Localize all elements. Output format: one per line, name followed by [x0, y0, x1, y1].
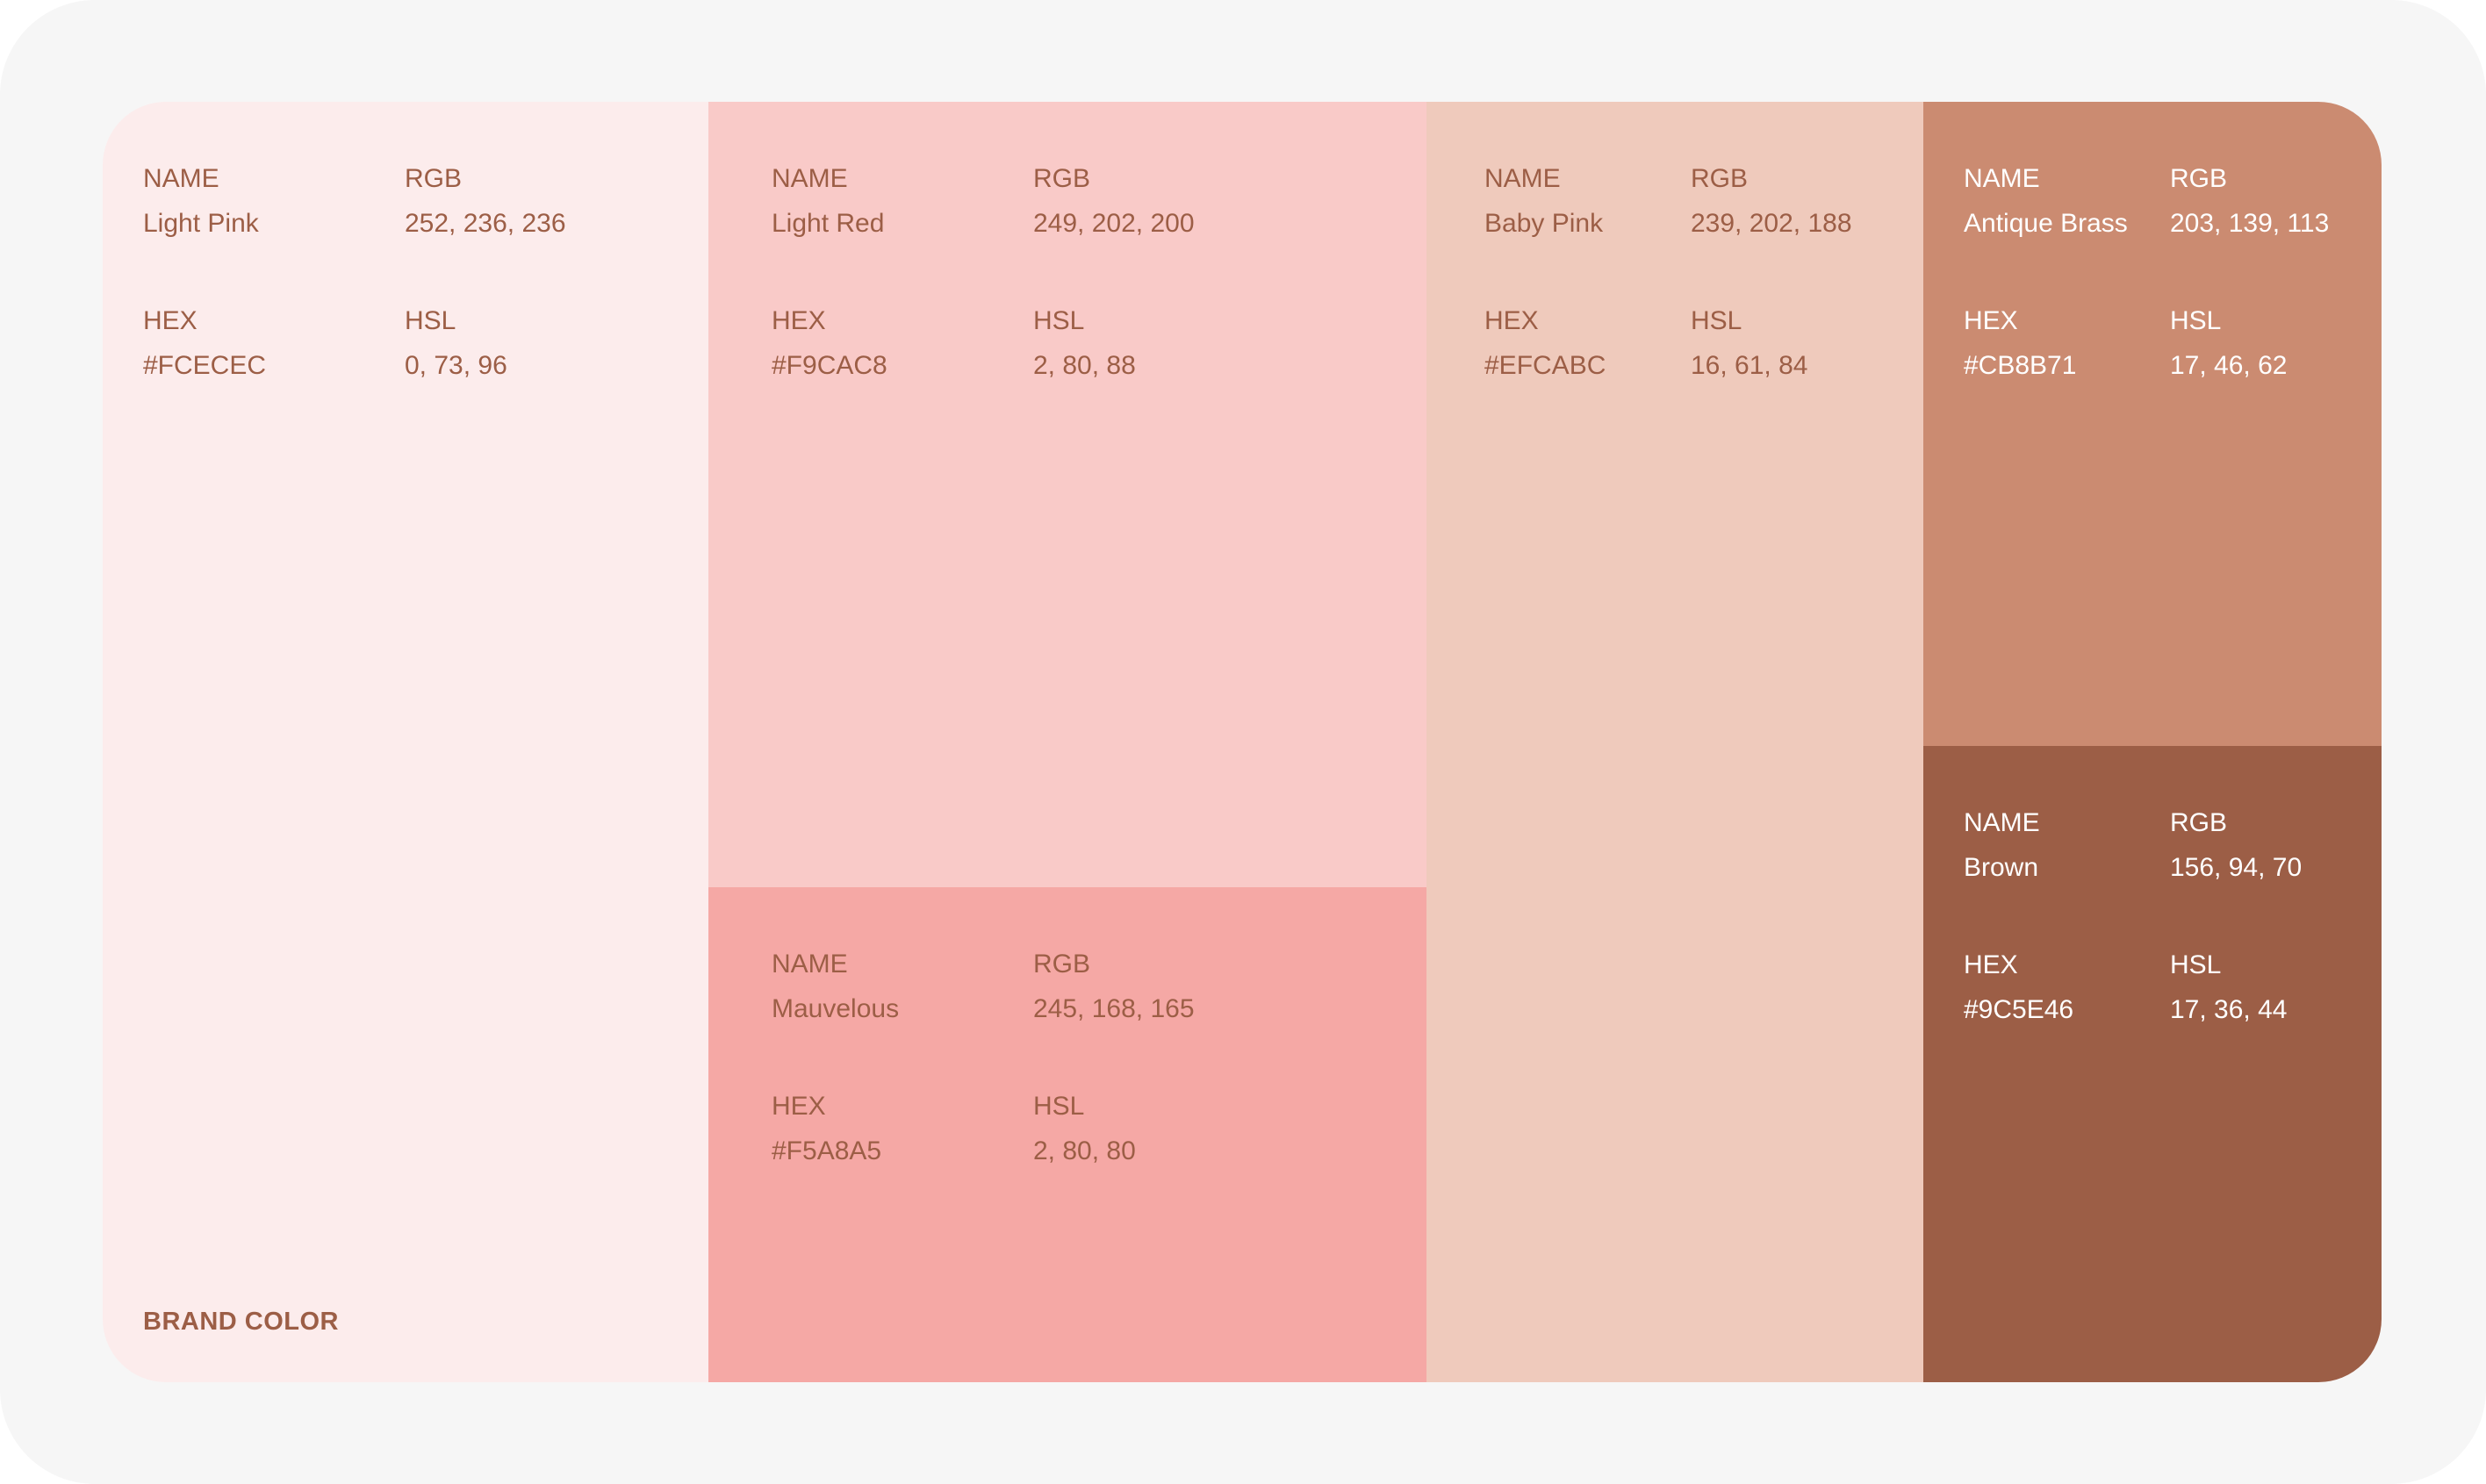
name-label: NAME: [1964, 808, 2040, 837]
hsl-field: HSL 2, 80, 88: [1033, 305, 1136, 382]
rgb-value: 156, 94, 70: [2170, 853, 2303, 882]
rgb-value: 249, 202, 200: [1033, 209, 1195, 238]
name-label: NAME: [1964, 164, 2040, 193]
hsl-label: HSL: [2170, 950, 2222, 979]
swatch-info: NAME Light Red RGB 249, 202, 200 HEX #F9…: [772, 163, 1211, 391]
rgb-field: RGB 156, 94, 70: [2170, 807, 2302, 884]
rgb-label: RGB: [405, 164, 463, 193]
hsl-value: 17, 36, 44: [2170, 995, 2288, 1024]
hex-label: HEX: [1964, 950, 2018, 979]
hsl-value: 17, 46, 62: [2170, 351, 2288, 380]
hex-field: HEX #CB8B71: [1964, 305, 2076, 382]
swatch-info: NAME Light Pink RGB 252, 236, 236 HEX #F…: [143, 163, 582, 391]
rgb-label: RGB: [1033, 950, 1091, 979]
rgb-field: RGB 203, 139, 113: [2170, 163, 2329, 240]
swatch-info: NAME Mauvelous RGB 245, 168, 165 HEX #F5…: [772, 949, 1211, 1177]
hsl-label: HSL: [405, 306, 456, 335]
swatch-light-pink[interactable]: NAME Light Pink RGB 252, 236, 236 HEX #F…: [103, 102, 708, 1382]
name-field: NAME Light Pink: [143, 163, 259, 240]
name-value: Antique Brass: [1964, 209, 2128, 238]
rgb-field: RGB 249, 202, 200: [1033, 163, 1195, 240]
hex-field: HEX #9C5E46: [1964, 950, 2073, 1026]
swatch-info: NAME Antique Brass RGB 203, 139, 113 HEX…: [1964, 163, 2382, 391]
palette-card: NAME Light Pink RGB 252, 236, 236 HEX #F…: [0, 0, 2486, 1484]
name-value: Mauvelous: [772, 994, 900, 1023]
name-field: NAME Light Red: [772, 163, 884, 240]
swatch-brown[interactable]: NAME Brown RGB 156, 94, 70 HEX #9C5E46 H…: [1923, 746, 2382, 1382]
hsl-value: 2, 80, 80: [1033, 1136, 1136, 1165]
rgb-field: RGB 239, 202, 188: [1691, 163, 1852, 240]
hex-value: #CB8B71: [1964, 351, 2077, 380]
hex-value: #F5A8A5: [772, 1136, 882, 1165]
name-label: NAME: [143, 164, 219, 193]
name-label: NAME: [1484, 164, 1561, 193]
rgb-value: 245, 168, 165: [1033, 994, 1195, 1023]
hex-value: #FCECEC: [143, 351, 267, 380]
rgb-label: RGB: [1033, 164, 1091, 193]
hsl-field: HSL 16, 61, 84: [1691, 305, 1807, 382]
rgb-value: 239, 202, 188: [1691, 209, 1852, 238]
hsl-field: HSL 0, 73, 96: [405, 305, 507, 382]
hex-field: HEX #F9CAC8: [772, 305, 887, 382]
hsl-label: HSL: [1033, 1092, 1085, 1121]
hsl-label: HSL: [1033, 306, 1085, 335]
name-field: NAME Mauvelous: [772, 949, 899, 1025]
name-field: NAME Baby Pink: [1484, 163, 1603, 240]
color-palette: NAME Light Pink RGB 252, 236, 236 HEX #F…: [103, 102, 2382, 1382]
hex-field: HEX #F5A8A5: [772, 1091, 881, 1167]
hsl-field: HSL 17, 36, 44: [2170, 950, 2287, 1026]
hsl-label: HSL: [2170, 306, 2222, 335]
swatch-antique-brass[interactable]: NAME Antique Brass RGB 203, 139, 113 HEX…: [1923, 102, 2382, 746]
name-value: Light Red: [772, 209, 885, 238]
hex-field: HEX #FCECEC: [143, 305, 266, 382]
hex-label: HEX: [1484, 306, 1539, 335]
swatch-baby-pink[interactable]: NAME Baby Pink RGB 239, 202, 188 HEX #EF…: [1426, 102, 1923, 1382]
name-value: Light Pink: [143, 209, 259, 238]
hsl-value: 2, 80, 88: [1033, 351, 1136, 380]
name-field: NAME Antique Brass: [1964, 163, 2128, 240]
hex-label: HEX: [1964, 306, 2018, 335]
hsl-value: 0, 73, 96: [405, 351, 507, 380]
swatch-info: NAME Baby Pink RGB 239, 202, 188 HEX #EF…: [1484, 163, 1923, 391]
swatch-light-red[interactable]: NAME Light Red RGB 249, 202, 200 HEX #F9…: [708, 102, 1426, 887]
brand-color-label: BRAND COLOR: [143, 1308, 339, 1336]
name-label: NAME: [772, 164, 848, 193]
rgb-field: RGB 252, 236, 236: [405, 163, 566, 240]
name-label: NAME: [772, 950, 848, 979]
rgb-field: RGB 245, 168, 165: [1033, 949, 1195, 1025]
swatch-info: NAME Brown RGB 156, 94, 70 HEX #9C5E46 H…: [1964, 807, 2382, 1036]
name-value: Brown: [1964, 853, 2039, 882]
rgb-label: RGB: [1691, 164, 1749, 193]
hsl-field: HSL 17, 46, 62: [2170, 305, 2287, 382]
hex-value: #EFCABC: [1484, 351, 1606, 380]
hsl-value: 16, 61, 84: [1691, 351, 1808, 380]
swatch-mauvelous[interactable]: NAME Mauvelous RGB 245, 168, 165 HEX #F5…: [708, 887, 1426, 1382]
hsl-label: HSL: [1691, 306, 1742, 335]
hex-field: HEX #EFCABC: [1484, 305, 1606, 382]
hsl-field: HSL 2, 80, 80: [1033, 1091, 1136, 1167]
name-value: Baby Pink: [1484, 209, 1604, 238]
hex-label: HEX: [772, 1092, 826, 1121]
rgb-value: 203, 139, 113: [2170, 209, 2330, 238]
hex-label: HEX: [772, 306, 826, 335]
name-field: NAME Brown: [1964, 807, 2040, 884]
rgb-value: 252, 236, 236: [405, 209, 566, 238]
hex-value: #F9CAC8: [772, 351, 887, 380]
hex-label: HEX: [143, 306, 198, 335]
rgb-label: RGB: [2170, 808, 2228, 837]
rgb-label: RGB: [2170, 164, 2228, 193]
hex-value: #9C5E46: [1964, 995, 2074, 1024]
